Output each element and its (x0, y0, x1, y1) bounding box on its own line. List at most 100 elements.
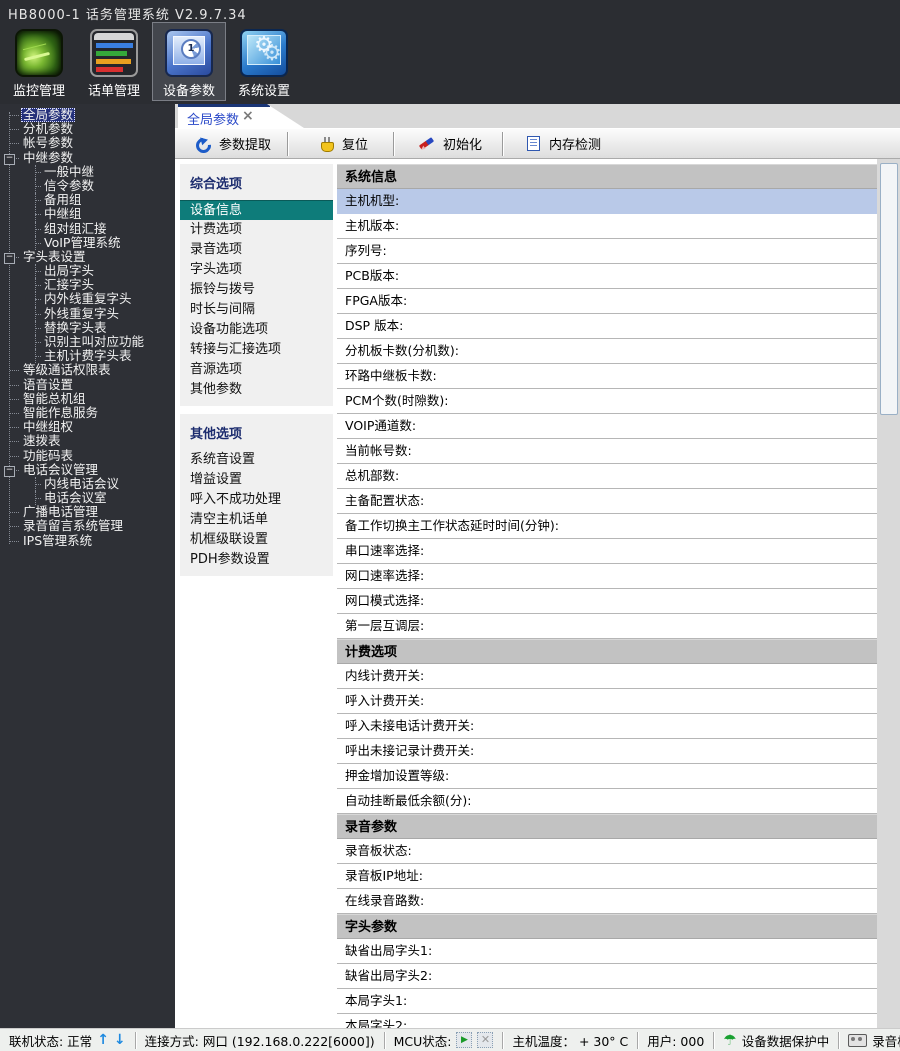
tree-item[interactable]: 一般中继 (0, 165, 175, 179)
parameter-row[interactable]: 主备配置状态: (337, 489, 877, 514)
tree-item[interactable]: 全局参数 (0, 108, 175, 122)
tree-item[interactable]: 智能作息服务 (0, 406, 175, 420)
connection-text: 连接方式: 网口 (192.168.0.222[6000]) (145, 1031, 375, 1050)
parameter-row[interactable]: 自动挂断最低余额(分): (337, 789, 877, 814)
parameter-row[interactable]: 录音板IP地址: (337, 864, 877, 889)
tree-item[interactable]: 内外线重复字头 (0, 292, 175, 306)
status-bar: 联机状态: 正常 ↑ ↓ 连接方式: 网口 (192.168.0.222[600… (0, 1028, 900, 1051)
parameter-row[interactable]: 在线录音路数: (337, 889, 877, 914)
parameter-row[interactable]: PCM个数(时隙数): (337, 389, 877, 414)
options-item[interactable]: 录音选项 (180, 240, 333, 260)
tree-item[interactable]: 主机计费字头表 (0, 349, 175, 363)
parameter-row[interactable]: 当前帐号数: (337, 439, 877, 464)
tree-item[interactable]: 中继组 (0, 207, 175, 221)
collapse-toggle-icon[interactable]: − (4, 154, 15, 165)
parameter-row[interactable]: 序列号: (337, 239, 877, 264)
nav-item-call-records[interactable]: 话单管理 (77, 22, 151, 101)
options-item[interactable]: 清空主机话单 (180, 510, 333, 530)
tree-item-label: 功能码表 (21, 449, 75, 463)
tree-item[interactable]: −电话会议管理 (0, 463, 175, 477)
parameter-row[interactable]: 主机版本: (337, 214, 877, 239)
tree-item[interactable]: 汇接字头 (0, 278, 175, 292)
parameter-row[interactable]: VOIP通道数: (337, 414, 877, 439)
tree-item[interactable]: 外线重复字头 (0, 307, 175, 321)
nav-item-monitor-management[interactable]: 监控管理 (2, 22, 76, 101)
parameter-row[interactable]: 串口速率选择: (337, 539, 877, 564)
play-icon[interactable]: ▶ (456, 1032, 472, 1048)
parameter-row[interactable]: 缺省出局字头1: (337, 939, 877, 964)
tree-item[interactable]: 内线电话会议 (0, 477, 175, 491)
options-item[interactable]: 增益设置 (180, 470, 333, 490)
parameter-row[interactable]: 呼出未接记录计费开关: (337, 739, 877, 764)
extract-params-button[interactable]: 参数提取 (195, 134, 271, 153)
tree-item[interactable]: 备用组 (0, 193, 175, 207)
initialize-button[interactable]: 初始化 (419, 134, 482, 153)
parameter-row[interactable]: 呼入未接电话计费开关: (337, 714, 877, 739)
tree-item[interactable]: −中继参数 (0, 151, 175, 165)
options-item[interactable]: 转接与汇接选项 (180, 340, 333, 360)
tree-item[interactable]: 速拨表 (0, 434, 175, 448)
parameter-row[interactable]: DSP 版本: (337, 314, 877, 339)
tree-item[interactable]: 出局字头 (0, 264, 175, 278)
tree-item[interactable]: 分机参数 (0, 122, 175, 136)
options-item[interactable]: 呼入不成功处理 (180, 490, 333, 510)
tree-item[interactable]: 等级通话权限表 (0, 363, 175, 377)
tree-item[interactable]: 中继组权 (0, 420, 175, 434)
parameter-row[interactable]: 录音板状态: (337, 839, 877, 864)
tree-item[interactable]: −字头表设置 (0, 250, 175, 264)
tree-item[interactable]: 电话会议室 (0, 491, 175, 505)
parameter-row[interactable]: 第一层互调层: (337, 614, 877, 639)
parameter-row[interactable]: FPGA版本: (337, 289, 877, 314)
parameter-row[interactable]: 主机机型: (337, 189, 877, 214)
reset-button[interactable]: 复位 (318, 134, 368, 153)
scrollbar-thumb[interactable] (880, 163, 898, 415)
options-item[interactable]: 机框级联设置 (180, 530, 333, 550)
collapse-toggle-icon[interactable]: − (4, 253, 15, 264)
parameter-row[interactable]: 网口模式选择: (337, 589, 877, 614)
parameter-row[interactable]: 呼入计费开关: (337, 689, 877, 714)
parameter-row[interactable]: PCB版本: (337, 264, 877, 289)
tree-item[interactable]: 语音设置 (0, 378, 175, 392)
parameter-row[interactable]: 本局字头1: (337, 989, 877, 1014)
parameter-row[interactable]: 分机板卡数(分机数): (337, 339, 877, 364)
options-item[interactable]: 计费选项 (180, 220, 333, 240)
tree-item[interactable]: 功能码表 (0, 449, 175, 463)
tree-item[interactable]: 替换字头表 (0, 321, 175, 335)
parameter-row[interactable]: 环路中继板卡数: (337, 364, 877, 389)
parameter-row[interactable]: 总机部数: (337, 464, 877, 489)
close-icon[interactable]: × (242, 108, 254, 124)
options-item[interactable]: PDH参数设置 (180, 550, 333, 570)
parameter-row[interactable]: 缺省出局字头2: (337, 964, 877, 989)
options-item[interactable]: 时长与间隔 (180, 300, 333, 320)
nav-item-device-params[interactable]: 设备参数 (152, 22, 226, 101)
tab-global-params[interactable]: 全局参数 × (178, 104, 304, 128)
options-item[interactable]: 设备信息 (180, 200, 333, 220)
tree-item[interactable]: VoIP管理系统 (0, 236, 175, 250)
tree-item[interactable]: 录音留言系统管理 (0, 519, 175, 533)
tree-item[interactable]: IPS管理系统 (0, 534, 175, 548)
vertical-scrollbar[interactable] (877, 159, 900, 1028)
options-item[interactable]: 字头选项 (180, 260, 333, 280)
options-item[interactable]: 系统音设置 (180, 450, 333, 470)
options-item[interactable]: 振铃与拨号 (180, 280, 333, 300)
tree-item[interactable]: 帐号参数 (0, 136, 175, 150)
collapse-toggle-icon[interactable]: − (4, 466, 15, 477)
parameter-row[interactable]: 押金增加设置等级: (337, 764, 877, 789)
tree-item[interactable]: 智能总机组 (0, 392, 175, 406)
parameter-row[interactable]: 备工作切换主工作状态延时时间(分钟): (337, 514, 877, 539)
tree-item[interactable]: 组对组汇接 (0, 222, 175, 236)
nav-label: 设备参数 (163, 80, 215, 99)
pencil-icon (419, 135, 436, 152)
data-protection-status: ☂ 设备数据保护中 (714, 1029, 838, 1051)
options-item[interactable]: 设备功能选项 (180, 320, 333, 340)
memory-check-button[interactable]: 内存检测 (525, 134, 601, 153)
tree-item[interactable]: 信令参数 (0, 179, 175, 193)
tree-item[interactable]: 广播电话管理 (0, 505, 175, 519)
tree-item[interactable]: 识别主叫对应功能 (0, 335, 175, 349)
nav-item-system-settings[interactable]: 系统设置 (227, 22, 301, 101)
options-item[interactable]: 音源选项 (180, 360, 333, 380)
tree-item-label: 一般中继 (42, 165, 96, 179)
parameter-row[interactable]: 内线计费开关: (337, 664, 877, 689)
options-item[interactable]: 其他参数 (180, 380, 333, 400)
parameter-row[interactable]: 网口速率选择: (337, 564, 877, 589)
